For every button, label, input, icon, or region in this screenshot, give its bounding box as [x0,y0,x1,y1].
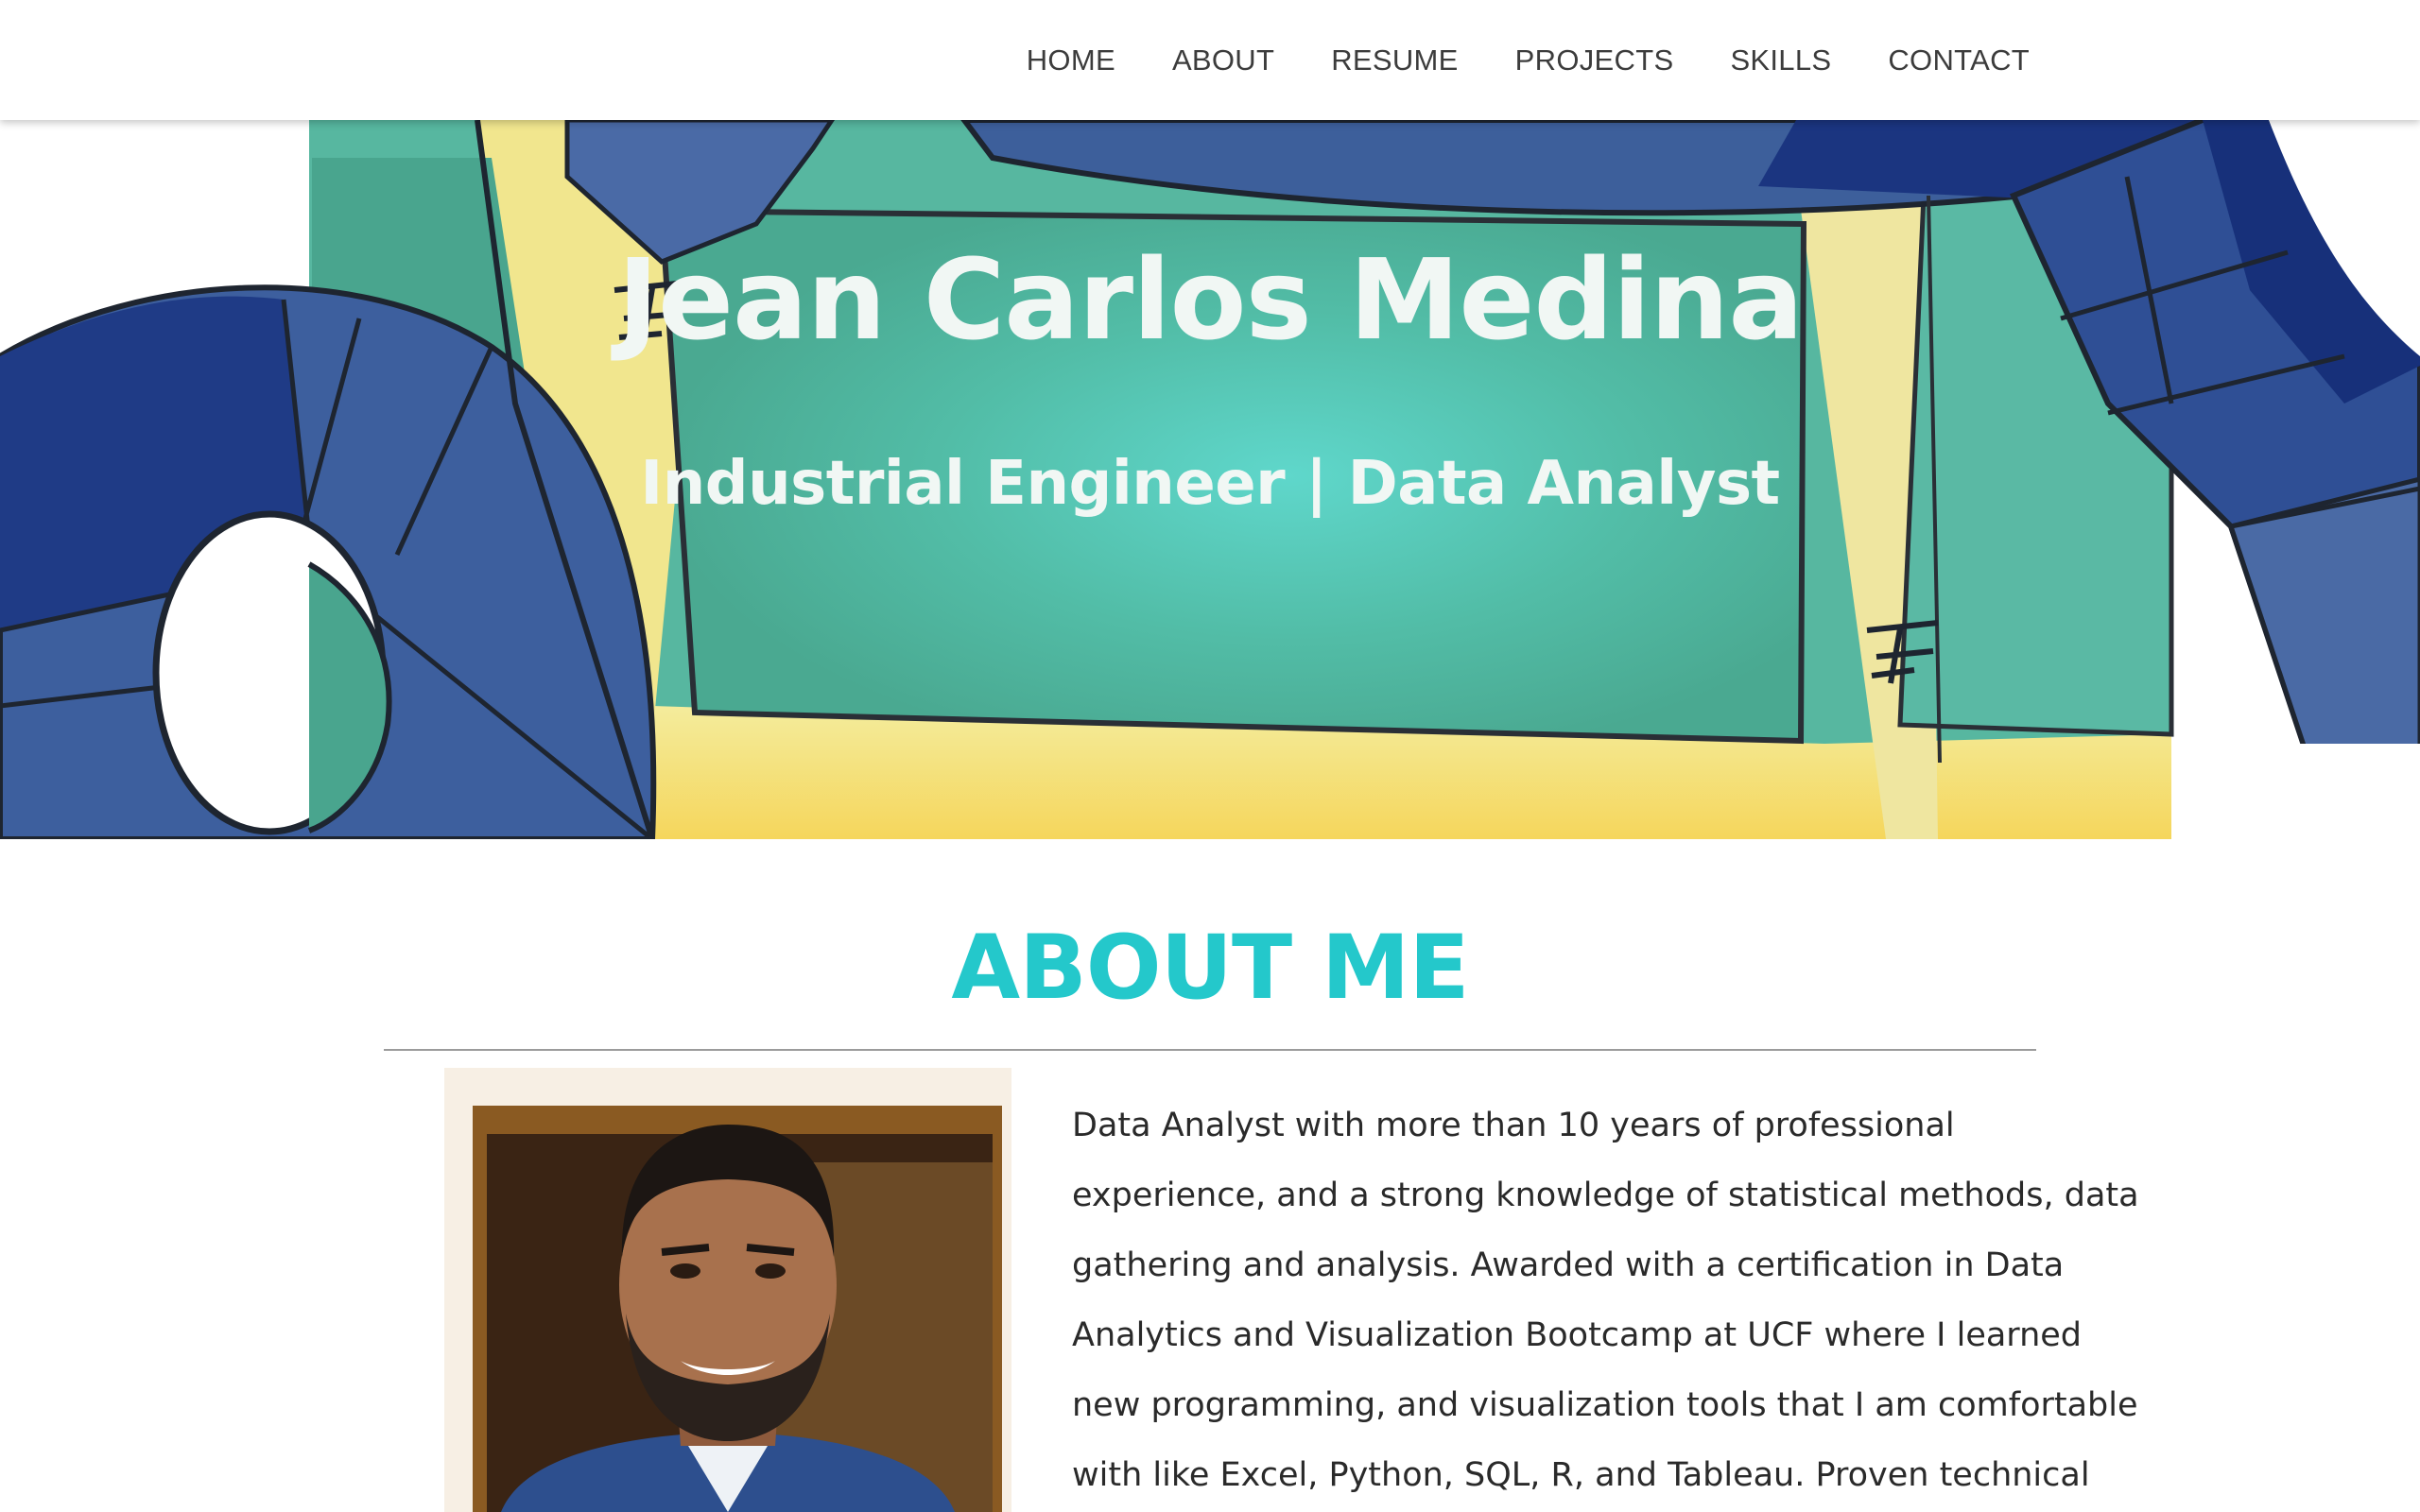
top-navbar: HOME ABOUT RESUME PROJECTS SKILLS CONTAC… [0,0,2420,120]
profile-photo-icon [444,1068,1011,1512]
hero-subtitle: Industrial Engineer | Data Analyst [640,449,1780,519]
about-text-line: gathering and analysis. Awarded with a c… [1072,1246,2065,1284]
nav-menu: HOME ABOUT RESUME PROJECTS SKILLS CONTAC… [970,0,2030,120]
nav-link-about[interactable]: ABOUT [1172,43,1274,77]
nav-link-skills[interactable]: SKILLS [1730,43,1831,77]
about-heading: ABOUT ME [951,917,1469,1020]
nav-link-resume[interactable]: RESUME [1331,43,1458,77]
about-text-line: Data Analyst with more than 10 years of … [1072,1107,1955,1144]
hero-title: Jean Carlos Medina [617,234,1804,365]
nav-link-home[interactable]: HOME [1027,43,1115,77]
hero-banner: Jean Carlos Medina Industrial Engineer |… [0,120,2420,839]
about-description: Data Analyst with more than 10 years of … [1072,1091,2139,1510]
nav-link-contact[interactable]: CONTACT [1888,43,2030,77]
about-text-line: experience, and a strong knowledge of st… [1072,1177,2139,1214]
about-text-line: with like Excel, Python, SQL, R, and Tab… [1072,1456,2090,1494]
about-text-line: new programming, and visualization tools… [1072,1386,2138,1424]
section-divider [384,1049,2036,1051]
profile-photo [444,1068,1011,1512]
about-text-line: Analytics and Visualization Bootcamp at … [1072,1316,2083,1354]
nav-link-projects[interactable]: PROJECTS [1515,43,1674,77]
